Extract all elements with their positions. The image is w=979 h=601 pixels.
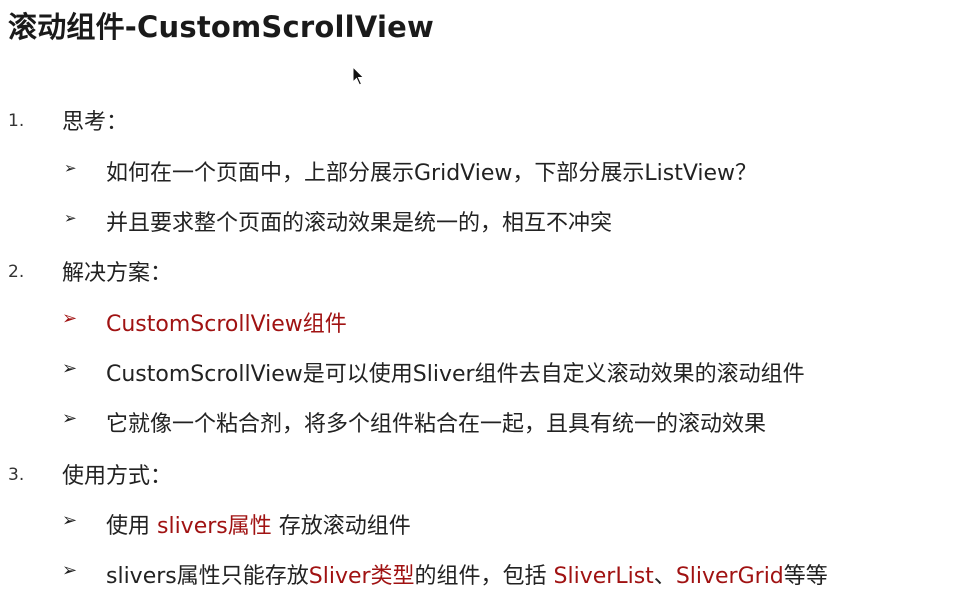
section-heading: 使用方式：: [62, 464, 173, 489]
bullet-text-part: 使用: [106, 514, 157, 539]
bullet-arrow-icon: ➢: [62, 308, 78, 329]
bullet-arrow-icon: ➢: [62, 358, 78, 379]
bullet-arrow-icon: ➢: [62, 560, 78, 581]
bullet-text-part: 、: [653, 564, 676, 589]
keyword-sliver-type: Sliver类型: [308, 564, 415, 589]
bullet-text-part: 存放滚动组件: [271, 514, 411, 539]
bullet-text: 它就像一个粘合剂，将多个组件粘合在一起，且具有统一的滚动效果: [106, 412, 767, 437]
section-heading: 思考：: [62, 110, 129, 135]
section-heading: 解决方案：: [62, 261, 173, 286]
section-number: 1.: [8, 111, 25, 131]
bullet-arrow-icon: ➢: [62, 510, 78, 531]
keyword-sliverlist: SliverList: [553, 564, 654, 589]
bullet-text-highlight: CustomScrollView组件: [106, 312, 347, 337]
bullet-text-part: slivers属性只能存放: [106, 564, 309, 589]
bullet-text-part: 的组件，包括: [414, 564, 554, 589]
bullet-text-part: 等等: [783, 564, 828, 589]
bullet-arrow-icon: ➢: [64, 159, 77, 177]
bullet-arrow-icon: ➢: [62, 408, 78, 429]
bullet-arrow-icon: ➢: [64, 209, 77, 227]
section-number: 2.: [8, 262, 25, 282]
mouse-pointer-icon: [352, 66, 365, 86]
bullet-text: 并且要求整个页面的滚动效果是统一的，相互不冲突: [106, 211, 613, 236]
section-number: 3.: [8, 465, 25, 485]
slide-title: 滚动组件-CustomScrollView: [8, 10, 434, 44]
bullet-text: 如何在一个页面中，上部分展示GridView，下部分展示ListView？: [106, 161, 758, 186]
bullet-text: slivers属性只能存放Sliver类型的组件，包括 SliverList、S…: [106, 558, 828, 590]
bullet-text: 使用 slivers属性 存放滚动组件: [106, 508, 411, 540]
bullet-text: CustomScrollView是可以使用Sliver组件去自定义滚动效果的滚动…: [106, 362, 805, 387]
keyword-slivers-property: slivers属性: [157, 514, 272, 539]
keyword-slivergrid: SliverGrid: [675, 564, 784, 589]
